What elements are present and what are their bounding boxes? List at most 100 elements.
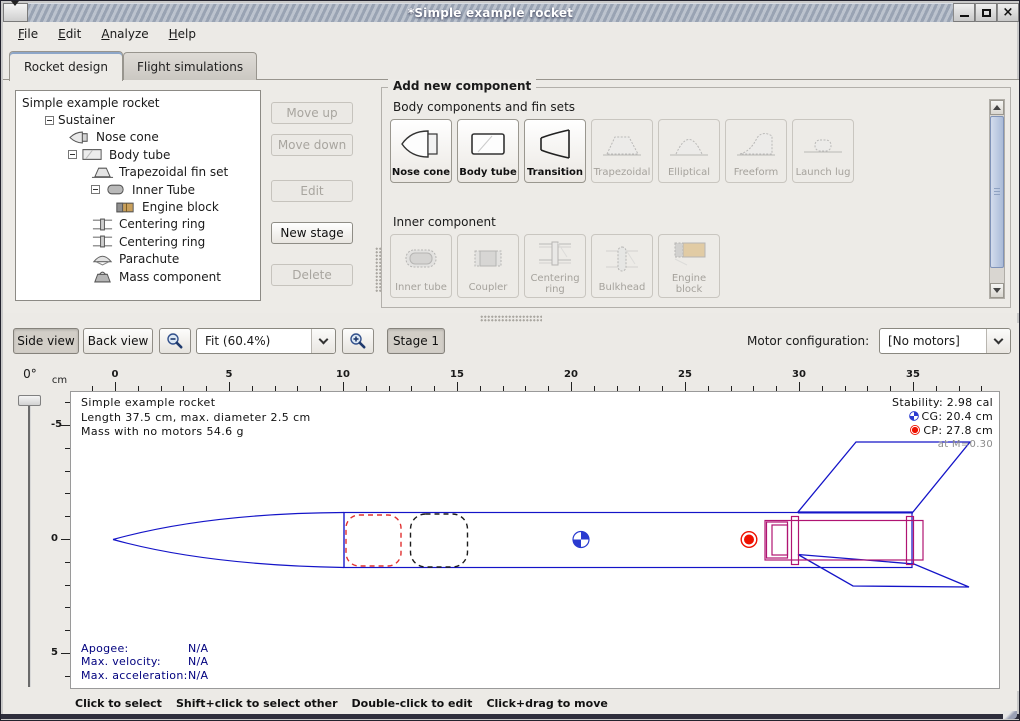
tree-item-label: Mass component [119,270,221,284]
component-button-label: Engine block [659,273,719,299]
side-view-button[interactable]: Side view [13,328,79,354]
inner-tube-outline[interactable] [765,521,923,561]
stability-info: Stability: 2.98 cal CG: 20.4 cm CP: 27.8… [892,396,993,452]
upper-fin[interactable] [798,442,970,512]
tree-row[interactable]: Parachute [16,251,260,268]
tree-row[interactable]: Centering ring [16,216,260,233]
launch-lug-icon [793,120,853,167]
add-nose-cone-button[interactable]: Nose cone [390,119,452,183]
engine-block-bore [772,525,788,555]
tree-row[interactable]: Trapezoidal fin set [16,164,260,181]
tree-row[interactable]: Body tube [16,146,260,163]
horizontal-splitter[interactable] [3,313,1019,323]
rotation-slider-track[interactable] [28,399,31,687]
add-engine-block-button[interactable]: Engine block [658,234,720,298]
add-centering-ring-button[interactable]: Centering ring [524,234,586,298]
menu-file[interactable]: File [9,25,47,43]
scrollbar-thumb[interactable] [990,116,1004,268]
stage-1-toggle[interactable]: Stage 1 [387,328,445,354]
component-tree[interactable]: Simple example rocketSustainerNose coneB… [15,90,261,301]
menu-help[interactable]: Help [160,25,205,43]
body-components-label: Body components and fin sets [393,100,575,114]
arrow-down-icon [993,288,1001,293]
tab-rocket-design[interactable]: Rocket design [9,51,123,81]
window-menu-button[interactable] [3,3,28,22]
engine-block-outline[interactable] [767,522,788,558]
component-scrollbar[interactable] [989,99,1005,299]
add-inner-tube-button[interactable]: Inner tube [390,234,452,298]
motor-configuration-select[interactable]: [No motors] [879,328,1011,354]
ruler-tick [115,382,116,391]
menu-edit[interactable]: Edit [49,25,90,43]
zoom-in-button[interactable] [342,328,374,354]
tab-flight-simulations[interactable]: Flight simulations [123,52,257,80]
tree-row[interactable]: Mass component [16,268,260,285]
title-stripes[interactable]: *Simple example rocket [28,3,953,22]
splitter-handle[interactable] [480,315,542,322]
bulkhead-icon [592,235,652,282]
inner-components[interactable] [765,517,923,565]
tab-bar: Rocket design Flight simulations [9,47,257,80]
tree-expander-icon[interactable] [91,185,100,194]
tree-expander-icon[interactable] [45,116,54,125]
nose-cone-icon [68,131,91,144]
motor-dropdown-arrow[interactable] [986,329,1010,353]
left-ruler: -505 [49,391,70,689]
resize-grip[interactable] [1003,711,1017,719]
rocket-outline[interactable] [113,442,970,587]
add-trapezoidal-button[interactable]: Trapezoidal [591,119,653,183]
menu-analyze[interactable]: Analyze [92,25,157,43]
body-tube-icon [458,120,518,167]
cg-label: CG: [922,410,943,423]
cp-value: 27.8 cm [946,424,993,437]
lower-fin[interactable] [798,555,969,588]
edit-button[interactable]: Edit [271,180,353,202]
zoom-out-button[interactable] [159,328,191,354]
rotation-slider-handle[interactable] [18,395,41,406]
ruler-tick [799,382,800,391]
ruler-tick [229,382,230,391]
rocket-canvas[interactable]: Simple example rocket Length 37.5 cm, ma… [70,391,1000,689]
delete-button[interactable]: Delete [271,264,353,286]
tree-row[interactable]: Centering ring [16,233,260,250]
add-launch-lug-button[interactable]: Launch lug [792,119,854,183]
add-coupler-button[interactable]: Coupler [457,234,519,298]
ruler-tick [61,653,70,654]
back-view-button[interactable]: Back view [83,328,153,354]
nose-cone-bottom[interactable] [113,540,344,568]
tree-row[interactable]: Nose cone [16,129,260,146]
mass-component-outline[interactable] [411,514,468,567]
add-elliptical-button[interactable]: Elliptical [658,119,720,183]
tree-expander-icon[interactable] [68,150,77,159]
cp-label: CP: [923,424,942,437]
max-acceleration-value: N/A [188,669,208,682]
scroll-up-button[interactable] [990,100,1004,115]
move-up-button[interactable]: Move up [271,102,353,124]
engine-block-icon [659,235,719,273]
tree-row[interactable]: Inner Tube [16,181,260,198]
centering-ring-1[interactable] [792,517,799,565]
move-down-button[interactable]: Move down [271,134,353,156]
add-freeform-button[interactable]: Freeform [725,119,787,183]
tree-row[interactable]: Sustainer [16,111,260,128]
maximize-button[interactable] [975,3,997,22]
transition-icon [525,120,585,167]
title-bar: *Simple example rocket × [3,3,1019,22]
scale-select[interactable]: Fit (60.4%) [196,328,336,354]
close-button[interactable]: × [997,3,1019,22]
new-stage-button[interactable]: New stage [271,222,353,244]
ruler-label: 35 [906,369,920,380]
add-body-tube-button[interactable]: Body tube [457,119,519,183]
add-transition-button[interactable]: Transition [524,119,586,183]
component-button-label: Transition [527,167,583,182]
add-bulkhead-button[interactable]: Bulkhead [591,234,653,298]
nose-cone-top[interactable] [113,513,344,540]
centering-ring-icon [91,235,114,248]
tree-row[interactable]: Engine block [16,198,260,215]
minimize-button[interactable] [953,3,975,22]
tree-row[interactable]: Simple example rocket [16,94,260,111]
rotation-value: 0° [13,367,47,381]
scale-dropdown-arrow[interactable] [311,329,335,353]
parachute-outline[interactable] [346,515,401,566]
scroll-down-button[interactable] [990,283,1004,298]
